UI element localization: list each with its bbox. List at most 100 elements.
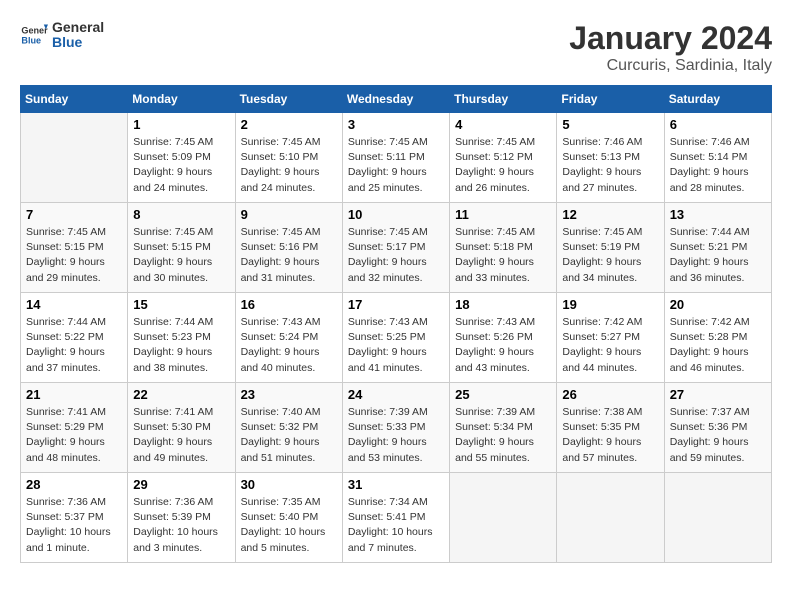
day-info: Sunrise: 7:45 AM Sunset: 5:11 PM Dayligh… — [348, 135, 444, 196]
calendar-title: January 2024 — [569, 20, 772, 57]
calendar-cell: 17 Sunrise: 7:43 AM Sunset: 5:25 PM Dayli… — [342, 293, 449, 383]
calendar-cell: 2Sunrise: 7:45 AM Sunset: 5:10 PM Daylig… — [235, 113, 342, 203]
col-monday: Monday — [128, 86, 235, 113]
day-number: 20 — [670, 297, 766, 312]
calendar-cell: 15 Sunrise: 7:44 AM Sunset: 5:23 PM Dayli… — [128, 293, 235, 383]
logo-icon: General Blue — [20, 21, 48, 49]
day-info: Sunrise: 7:41 AM Sunset: 5:29 PM Dayligh… — [26, 405, 122, 466]
page-header: General Blue General Blue January 2024 C… — [20, 20, 772, 75]
calendar-cell: 28 Sunrise: 7:36 AM Sunset: 5:37 PM Dayli… — [21, 473, 128, 563]
day-info: Sunrise: 7:45 AM Sunset: 5:19 PM Dayligh… — [562, 225, 658, 286]
calendar-subtitle: Curcuris, Sardinia, Italy — [569, 57, 772, 75]
calendar-cell: 23 Sunrise: 7:40 AM Sunset: 5:32 PM Dayli… — [235, 383, 342, 473]
calendar-cell: 8 Sunrise: 7:45 AM Sunset: 5:15 PM Daylig… — [128, 203, 235, 293]
col-thursday: Thursday — [450, 86, 557, 113]
day-number: 27 — [670, 387, 766, 402]
day-info: Sunrise: 7:45 AM Sunset: 5:10 PM Dayligh… — [241, 135, 337, 196]
col-sunday: Sunday — [21, 86, 128, 113]
calendar-cell: 14 Sunrise: 7:44 AM Sunset: 5:22 PM Dayli… — [21, 293, 128, 383]
day-number: 9 — [241, 207, 337, 222]
day-number: 5 — [562, 117, 658, 132]
calendar-table: Sunday Monday Tuesday Wednesday Thursday… — [20, 85, 772, 563]
day-number: 15 — [133, 297, 229, 312]
day-info: Sunrise: 7:44 AM Sunset: 5:23 PM Dayligh… — [133, 315, 229, 376]
day-info: Sunrise: 7:35 AM Sunset: 5:40 PM Dayligh… — [241, 495, 337, 556]
day-info: Sunrise: 7:43 AM Sunset: 5:24 PM Dayligh… — [241, 315, 337, 376]
day-number: 1 — [133, 117, 229, 132]
col-tuesday: Tuesday — [235, 86, 342, 113]
day-info: Sunrise: 7:45 AM Sunset: 5:17 PM Dayligh… — [348, 225, 444, 286]
day-number: 13 — [670, 207, 766, 222]
calendar-cell: 19 Sunrise: 7:42 AM Sunset: 5:27 PM Dayli… — [557, 293, 664, 383]
day-info: Sunrise: 7:36 AM Sunset: 5:39 PM Dayligh… — [133, 495, 229, 556]
day-info: Sunrise: 7:43 AM Sunset: 5:25 PM Dayligh… — [348, 315, 444, 376]
calendar-cell: 9 Sunrise: 7:45 AM Sunset: 5:16 PM Daylig… — [235, 203, 342, 293]
calendar-cell — [450, 473, 557, 563]
calendar-cell: 20 Sunrise: 7:42 AM Sunset: 5:28 PM Dayli… — [664, 293, 771, 383]
calendar-cell: 16 Sunrise: 7:43 AM Sunset: 5:24 PM Dayli… — [235, 293, 342, 383]
calendar-cell: 22 Sunrise: 7:41 AM Sunset: 5:30 PM Dayli… — [128, 383, 235, 473]
day-number: 6 — [670, 117, 766, 132]
calendar-cell: 1 Sunrise: 7:45 AM Sunset: 5:09 PM Daylig… — [128, 113, 235, 203]
title-block: January 2024 Curcuris, Sardinia, Italy — [569, 20, 772, 75]
logo-general: General — [52, 19, 104, 35]
calendar-cell: 18Sunrise: 7:43 AM Sunset: 5:26 PM Dayli… — [450, 293, 557, 383]
calendar-cell: 4 Sunrise: 7:45 AM Sunset: 5:12 PM Daylig… — [450, 113, 557, 203]
day-number: 4 — [455, 117, 551, 132]
day-number: 7 — [26, 207, 122, 222]
day-info: Sunrise: 7:46 AM Sunset: 5:14 PM Dayligh… — [670, 135, 766, 196]
col-saturday: Saturday — [664, 86, 771, 113]
calendar-cell: 21Sunrise: 7:41 AM Sunset: 5:29 PM Dayli… — [21, 383, 128, 473]
calendar-cell: 5 Sunrise: 7:46 AM Sunset: 5:13 PM Daylig… — [557, 113, 664, 203]
day-number: 19 — [562, 297, 658, 312]
day-info: Sunrise: 7:38 AM Sunset: 5:35 PM Dayligh… — [562, 405, 658, 466]
day-info: Sunrise: 7:39 AM Sunset: 5:33 PM Dayligh… — [348, 405, 444, 466]
col-friday: Friday — [557, 86, 664, 113]
calendar-cell: 30 Sunrise: 7:35 AM Sunset: 5:40 PM Dayli… — [235, 473, 342, 563]
calendar-cell: 12 Sunrise: 7:45 AM Sunset: 5:19 PM Dayli… — [557, 203, 664, 293]
day-number: 14 — [26, 297, 122, 312]
day-info: Sunrise: 7:45 AM Sunset: 5:15 PM Dayligh… — [26, 225, 122, 286]
day-number: 22 — [133, 387, 229, 402]
day-info: Sunrise: 7:37 AM Sunset: 5:36 PM Dayligh… — [670, 405, 766, 466]
day-info: Sunrise: 7:41 AM Sunset: 5:30 PM Dayligh… — [133, 405, 229, 466]
day-info: Sunrise: 7:44 AM Sunset: 5:22 PM Dayligh… — [26, 315, 122, 376]
calendar-cell: 13 Sunrise: 7:44 AM Sunset: 5:21 PM Dayli… — [664, 203, 771, 293]
day-number: 17 — [348, 297, 444, 312]
calendar-cell: 6 Sunrise: 7:46 AM Sunset: 5:14 PM Daylig… — [664, 113, 771, 203]
day-number: 8 — [133, 207, 229, 222]
day-info: Sunrise: 7:46 AM Sunset: 5:13 PM Dayligh… — [562, 135, 658, 196]
day-number: 28 — [26, 477, 122, 492]
day-number: 30 — [241, 477, 337, 492]
day-info: Sunrise: 7:45 AM Sunset: 5:16 PM Dayligh… — [241, 225, 337, 286]
calendar-cell: 26Sunrise: 7:38 AM Sunset: 5:35 PM Dayli… — [557, 383, 664, 473]
day-number: 29 — [133, 477, 229, 492]
day-number: 16 — [241, 297, 337, 312]
logo: General Blue General Blue — [20, 20, 104, 51]
calendar-cell: 31Sunrise: 7:34 AM Sunset: 5:41 PM Dayli… — [342, 473, 449, 563]
day-info: Sunrise: 7:45 AM Sunset: 5:09 PM Dayligh… — [133, 135, 229, 196]
day-number: 18 — [455, 297, 551, 312]
day-info: Sunrise: 7:45 AM Sunset: 5:12 PM Dayligh… — [455, 135, 551, 196]
col-wednesday: Wednesday — [342, 86, 449, 113]
day-number: 3 — [348, 117, 444, 132]
calendar-cell: 7 Sunrise: 7:45 AM Sunset: 5:15 PM Daylig… — [21, 203, 128, 293]
calendar-cell — [21, 113, 128, 203]
calendar-cell — [664, 473, 771, 563]
day-info: Sunrise: 7:44 AM Sunset: 5:21 PM Dayligh… — [670, 225, 766, 286]
day-info: Sunrise: 7:36 AM Sunset: 5:37 PM Dayligh… — [26, 495, 122, 556]
day-number: 10 — [348, 207, 444, 222]
calendar-body: 1 Sunrise: 7:45 AM Sunset: 5:09 PM Daylig… — [21, 113, 772, 563]
day-info: Sunrise: 7:42 AM Sunset: 5:27 PM Dayligh… — [562, 315, 658, 376]
day-number: 24 — [348, 387, 444, 402]
day-info: Sunrise: 7:39 AM Sunset: 5:34 PM Dayligh… — [455, 405, 551, 466]
day-info: Sunrise: 7:40 AM Sunset: 5:32 PM Dayligh… — [241, 405, 337, 466]
day-info: Sunrise: 7:34 AM Sunset: 5:41 PM Dayligh… — [348, 495, 444, 556]
calendar-cell: 11Sunrise: 7:45 AM Sunset: 5:18 PM Dayli… — [450, 203, 557, 293]
day-info: Sunrise: 7:45 AM Sunset: 5:15 PM Dayligh… — [133, 225, 229, 286]
calendar-cell: 25Sunrise: 7:39 AM Sunset: 5:34 PM Dayli… — [450, 383, 557, 473]
day-number: 23 — [241, 387, 337, 402]
day-info: Sunrise: 7:42 AM Sunset: 5:28 PM Dayligh… — [670, 315, 766, 376]
svg-text:Blue: Blue — [21, 36, 41, 46]
day-number: 12 — [562, 207, 658, 222]
